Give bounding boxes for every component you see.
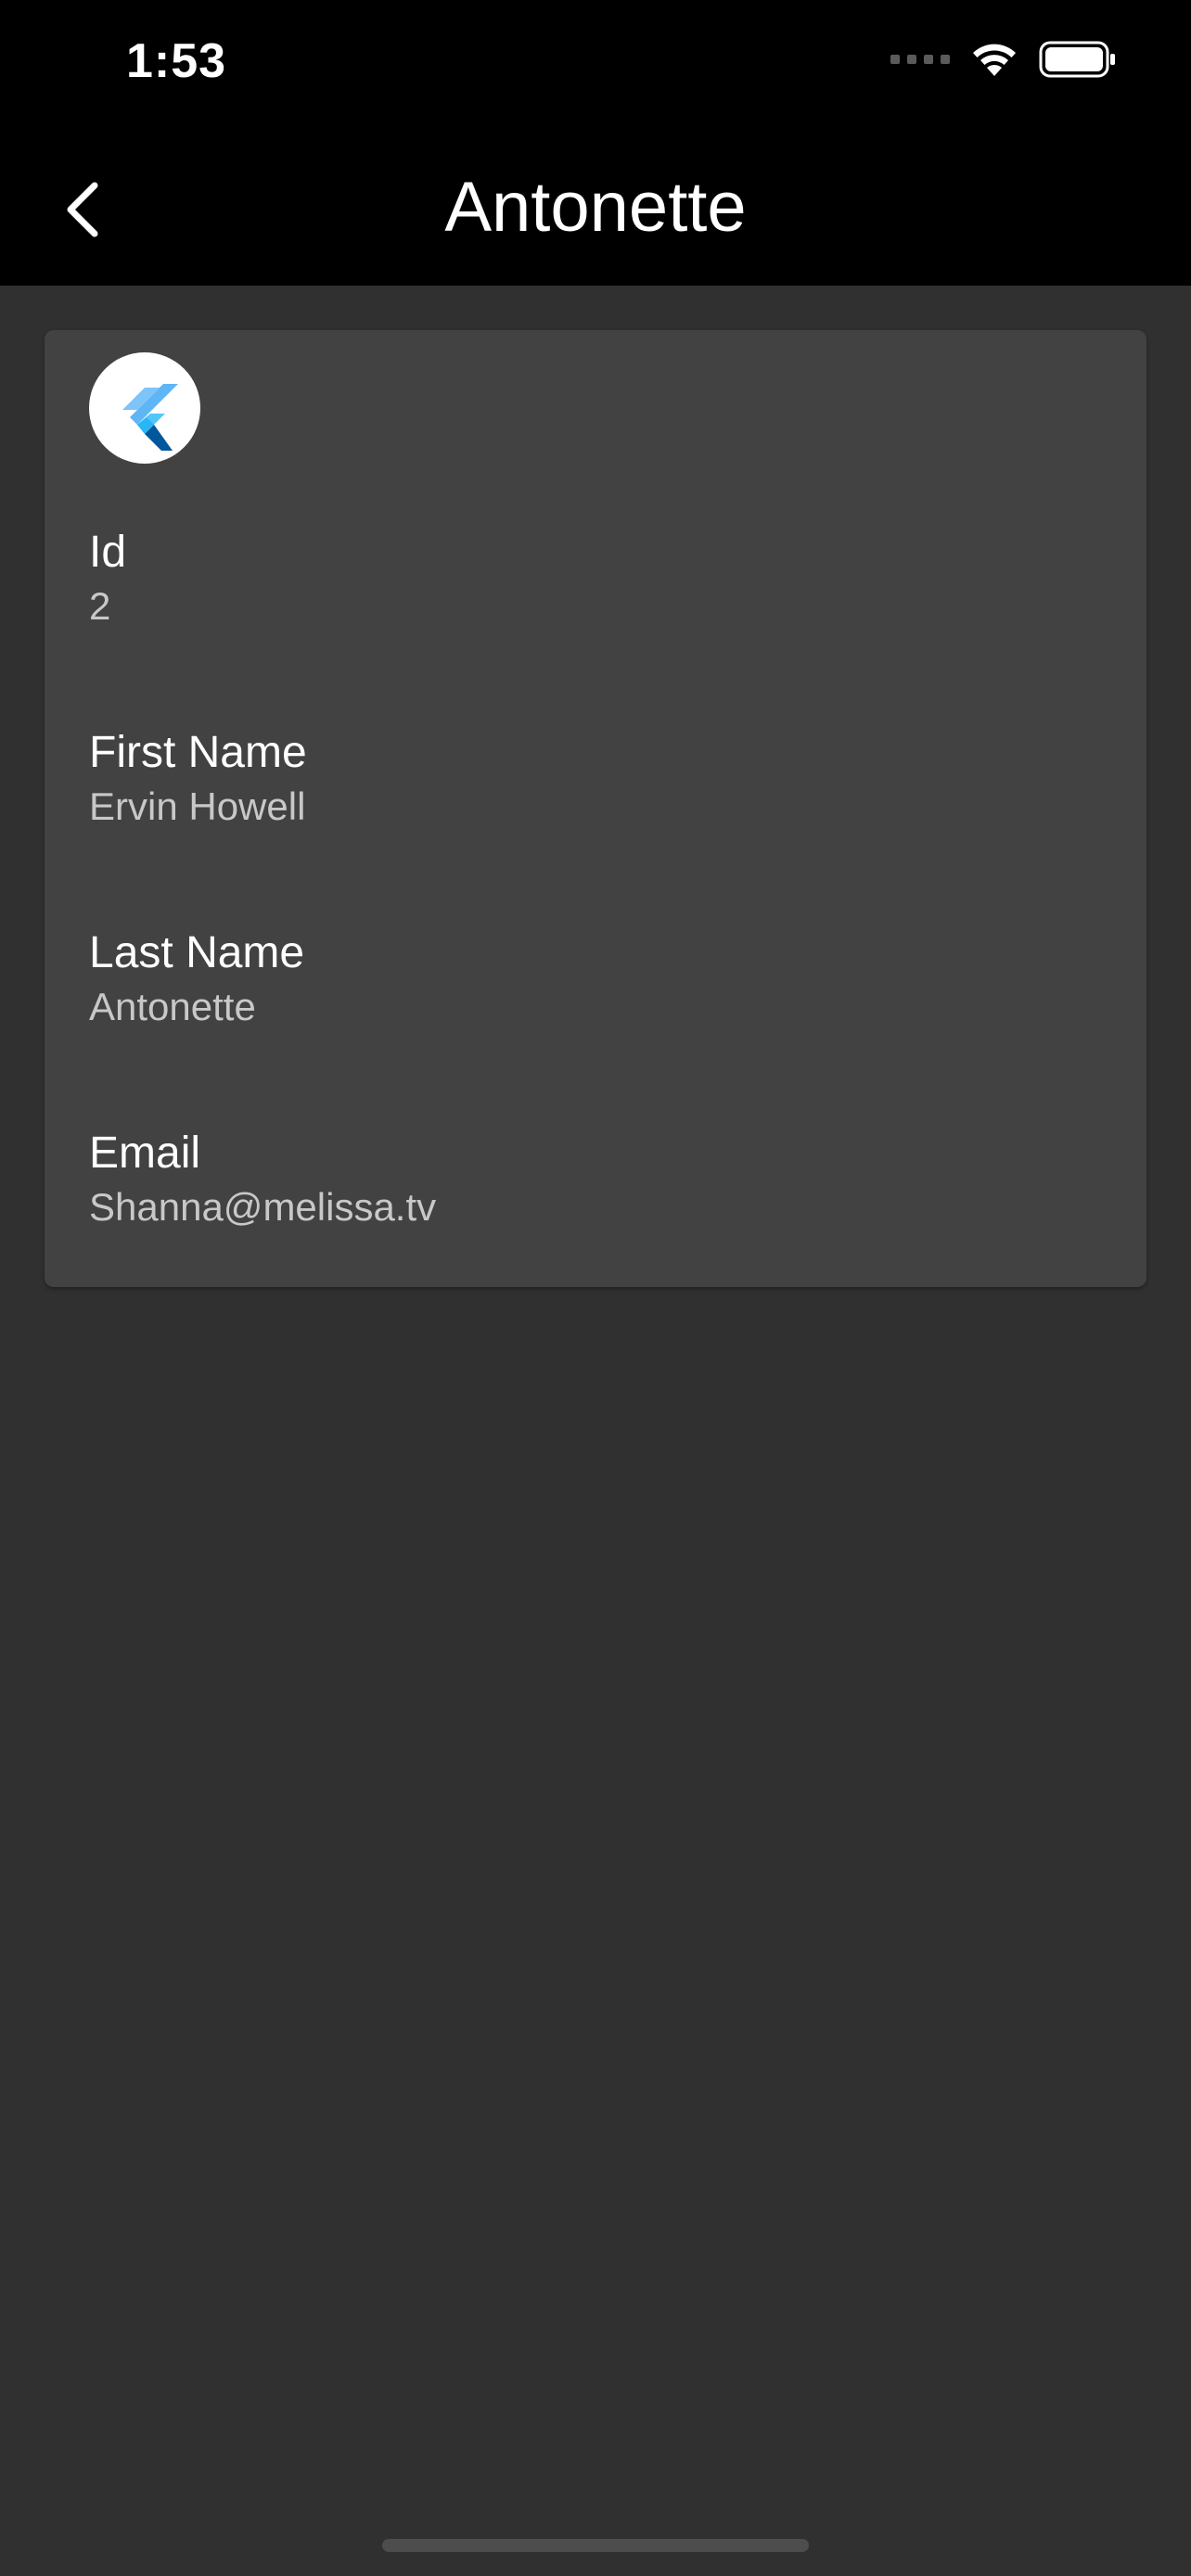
- battery-icon: [1039, 41, 1115, 78]
- app-bar: Antonette: [0, 139, 1191, 278]
- wifi-icon: [973, 44, 1016, 76]
- field-value: 2: [89, 584, 111, 628]
- field-first-name: First Name Ervin Howell: [89, 725, 307, 833]
- flutter-logo-icon: [122, 384, 178, 451]
- field-label: Last Name: [89, 928, 305, 977]
- cellular-signal-icon: [890, 55, 950, 64]
- profile-card: Id 2 First Name Ervin Howell Last Name A…: [45, 330, 1146, 1287]
- field-value: Ervin Howell: [89, 784, 306, 828]
- status-icons: [890, 41, 1117, 78]
- home-indicator[interactable]: [382, 2539, 809, 2552]
- field-value: Antonette: [89, 985, 256, 1028]
- page-title: Antonette: [444, 168, 747, 247]
- status-time: 1:53: [126, 34, 227, 88]
- top-bar: 1:53 Antonette: [0, 0, 1191, 286]
- avatar: [89, 352, 200, 464]
- field-label: Email: [89, 1129, 201, 1178]
- field-email: Email Shanna@melissa.tv: [89, 1126, 436, 1233]
- field-last-name: Last Name Antonette: [89, 925, 304, 1033]
- field-label: Id: [89, 528, 127, 577]
- field-label: First Name: [89, 728, 307, 777]
- field-value: Shanna@melissa.tv: [89, 1185, 437, 1229]
- screen: 1:53 Antonette Id 2 First Name Ervin How…: [0, 0, 1191, 2576]
- field-id: Id 2: [89, 525, 126, 632]
